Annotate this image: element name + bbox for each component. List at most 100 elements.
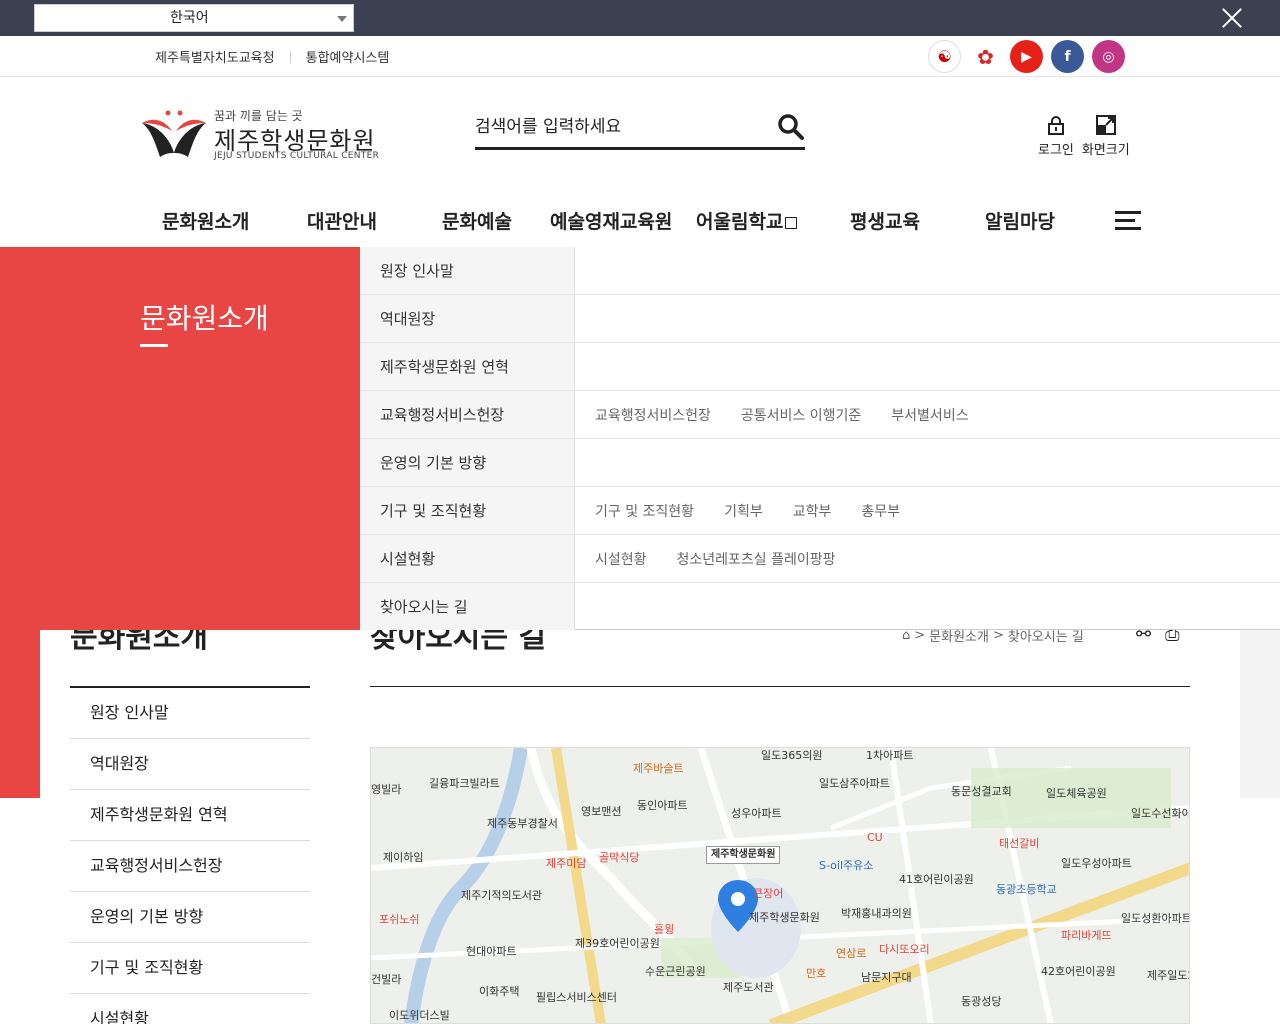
mega-row-history[interactable]: 제주학생문화원 연혁 — [360, 343, 1280, 391]
screen-size-label: 화면크기 — [1081, 143, 1130, 158]
screen-size-button[interactable]: 화면크기 — [1082, 115, 1130, 158]
map-label: 제주학생문화원 — [749, 911, 820, 924]
mega-sub-link[interactable]: 총무부 — [861, 501, 900, 521]
map-label: 일도우성아파트 — [1061, 857, 1132, 870]
map-label: 길융파크빌라트 — [429, 777, 500, 790]
map-label: S-oil주유소 — [819, 859, 874, 872]
nav-item-notice[interactable]: 알림마당 — [985, 207, 1055, 234]
mega-menu: 문화원소개 원장 인사말 역대원장 제주학생문화원 연혁 교육행정서비스헌장 교… — [0, 247, 1280, 630]
mega-row-charter[interactable]: 교육행정서비스헌장 교육행정서비스헌장 공통서비스 이행기준 부서별서비스 — [360, 391, 1280, 439]
map-label: 동인아파트 — [637, 799, 688, 812]
background-decoration — [0, 630, 40, 798]
mega-row-label: 역대원장 — [380, 310, 436, 328]
mega-row-label: 원장 인사말 — [380, 262, 454, 280]
mega-row-label: 운영의 기본 방향 — [380, 454, 487, 472]
sidebar-item-organization[interactable]: 기구 및 조직현황 — [70, 943, 310, 994]
map-label: 42호어린이공원 — [1041, 965, 1116, 978]
title-divider — [370, 686, 1190, 687]
korea-flag-icon[interactable]: ☯ — [928, 40, 961, 73]
expand-icon — [1095, 115, 1116, 135]
map-label: 필립스서비스센터 — [536, 991, 617, 1004]
mega-sub-link[interactable]: 교육행정서비스헌장 — [595, 405, 711, 425]
map-label: 일도체육공원 — [1046, 787, 1107, 800]
map-label: 연삼로 — [836, 947, 867, 960]
nav-item-gifted[interactable]: 예술영재교육원 — [550, 207, 672, 234]
util-link-reservation[interactable]: 통합예약시스템 — [306, 47, 390, 66]
mega-row-past-directors[interactable]: 역대원장 — [360, 295, 1280, 343]
map-label: 성우아파트 — [731, 807, 782, 820]
main-nav: 문화원소개 대관안내 문화예술 예술영재교육원 어울림학교 평생교육 알림마당 — [140, 197, 1150, 243]
utility-bar: 제주특별자치도교육청 통합예약시스템 ☯ ✿ ▶ f ◎ — [0, 36, 1280, 77]
search-icon[interactable] — [777, 113, 805, 141]
map-label: 이도위더스빌 — [389, 1009, 450, 1022]
youtube-icon[interactable]: ▶ — [1010, 40, 1043, 73]
map-label: 파리바게뜨 — [1061, 929, 1112, 942]
close-icon[interactable] — [1222, 8, 1242, 28]
mega-sub-link[interactable]: 시설현황 — [595, 549, 647, 569]
nav-item-rental[interactable]: 대관안내 — [307, 207, 377, 234]
map-label: CU — [867, 831, 883, 844]
mega-row-directions[interactable]: 찾아오시는 길 — [360, 583, 1280, 631]
mega-row-facilities[interactable]: 시설현황 시설현황 청소년레포츠실 플레이팡팡 — [360, 535, 1280, 583]
mega-row-label: 교육행정서비스헌장 — [380, 406, 505, 424]
location-map[interactable]: 제주바슬트 일도365의원 1차아파트 길융파크빌라트 영빌라 제주동부경찰서 영보맨션 동인… — [370, 747, 1190, 1024]
sidebar-menu: 원장 인사말 역대원장 제주학생문화원 연혁 교육행정서비스헌장 운영의 기본 … — [70, 686, 310, 1024]
mega-sub-link[interactable]: 기구 및 조직현황 — [595, 501, 694, 521]
map-label: 태선갈비 — [999, 837, 1040, 850]
mega-menu-title: 문화원소개 — [140, 302, 269, 335]
map-label: 포쉬노쉬 — [379, 913, 420, 926]
nav-item-lifelong[interactable]: 평생교육 — [850, 207, 920, 234]
lock-icon — [1047, 116, 1064, 135]
sidebar-item-greeting[interactable]: 원장 인사말 — [70, 688, 310, 739]
login-button[interactable]: 로그인 — [1038, 115, 1074, 158]
mega-row-label: 찾아오시는 길 — [380, 598, 468, 616]
mega-row-label: 기구 및 조직현황 — [380, 502, 487, 520]
map-label: 수운근린공원 — [645, 965, 706, 978]
map-label: 일도수선화아파트 — [1131, 807, 1190, 820]
background-decoration-right — [1240, 630, 1280, 798]
map-label: 골막식당 — [599, 851, 640, 864]
camellia-icon[interactable]: ✿ — [969, 40, 1002, 73]
map-label: 제주일도2차아파트 — [1147, 969, 1189, 982]
sidebar-item-charter[interactable]: 교육행정서비스헌장 — [70, 841, 310, 892]
sns-links: ☯ ✿ ▶ f ◎ — [928, 40, 1125, 73]
map-label: 박재홍내과의원 — [841, 907, 912, 920]
mega-row-basic-direction[interactable]: 운영의 기본 방향 — [360, 439, 1280, 487]
map-label: 일도365의원 — [761, 749, 823, 762]
mega-sub-link[interactable]: 부서별서비스 — [891, 405, 968, 425]
mega-row-greeting[interactable]: 원장 인사말 — [360, 247, 1280, 295]
mega-sub-link[interactable]: 청소년레포츠실 플레이팡팡 — [677, 549, 836, 569]
map-label: 건빌라 — [371, 973, 402, 986]
map-label: 동광성당 — [961, 995, 1002, 1008]
facebook-icon[interactable]: f — [1051, 40, 1084, 73]
nav-item-culture[interactable]: 문화예술 — [442, 207, 512, 234]
mega-row-organization[interactable]: 기구 및 조직현황 기구 및 조직현황 기획부 교학부 총무부 — [360, 487, 1280, 535]
map-label: 제주도서관 — [723, 981, 774, 994]
map-label: 제주동부경찰서 — [487, 817, 558, 830]
search-input[interactable] — [475, 109, 765, 145]
map-label: 일도삼주아파트 — [819, 777, 890, 790]
instagram-icon[interactable]: ◎ — [1092, 40, 1125, 73]
mega-sub-link[interactable]: 공통서비스 이행기준 — [741, 405, 861, 425]
chevron-down-icon — [337, 16, 347, 22]
mega-sub-link[interactable]: 기획부 — [724, 501, 763, 521]
sidebar-item-history[interactable]: 제주학생문화원 연혁 — [70, 790, 310, 841]
site-logo[interactable]: 꿈과 끼를 담는 곳 제주학생문화원 JEJU STUDENTS CULTURA… — [140, 107, 400, 167]
mega-sub-link[interactable]: 교학부 — [793, 501, 832, 521]
sidebar-item-facilities[interactable]: 시설현황 — [70, 994, 310, 1024]
language-selected: 한국어 — [170, 10, 209, 26]
language-select[interactable]: 한국어 — [34, 4, 354, 32]
util-link-office[interactable]: 제주특별자치도교육청 — [155, 47, 275, 66]
search-box — [475, 109, 805, 150]
hamburger-menu-icon[interactable] — [1115, 211, 1141, 231]
nav-item-school[interactable]: 어울림학교 — [696, 207, 798, 234]
map-label: 1차아파트 — [866, 749, 914, 762]
sidebar-item-past-directors[interactable]: 역대원장 — [70, 739, 310, 790]
map-label: 홀윙 — [654, 923, 675, 936]
butterfly-logo-icon — [142, 110, 206, 157]
nav-item-school-label: 어울림학교 — [696, 211, 784, 233]
nav-item-about[interactable]: 문화원소개 — [162, 207, 249, 234]
map-label: 만호 — [806, 967, 827, 980]
header: 꿈과 끼를 담는 곳 제주학생문화원 JEJU STUDENTS CULTURA… — [0, 77, 1280, 247]
sidebar-item-basic-direction[interactable]: 운영의 기본 방향 — [70, 892, 310, 943]
